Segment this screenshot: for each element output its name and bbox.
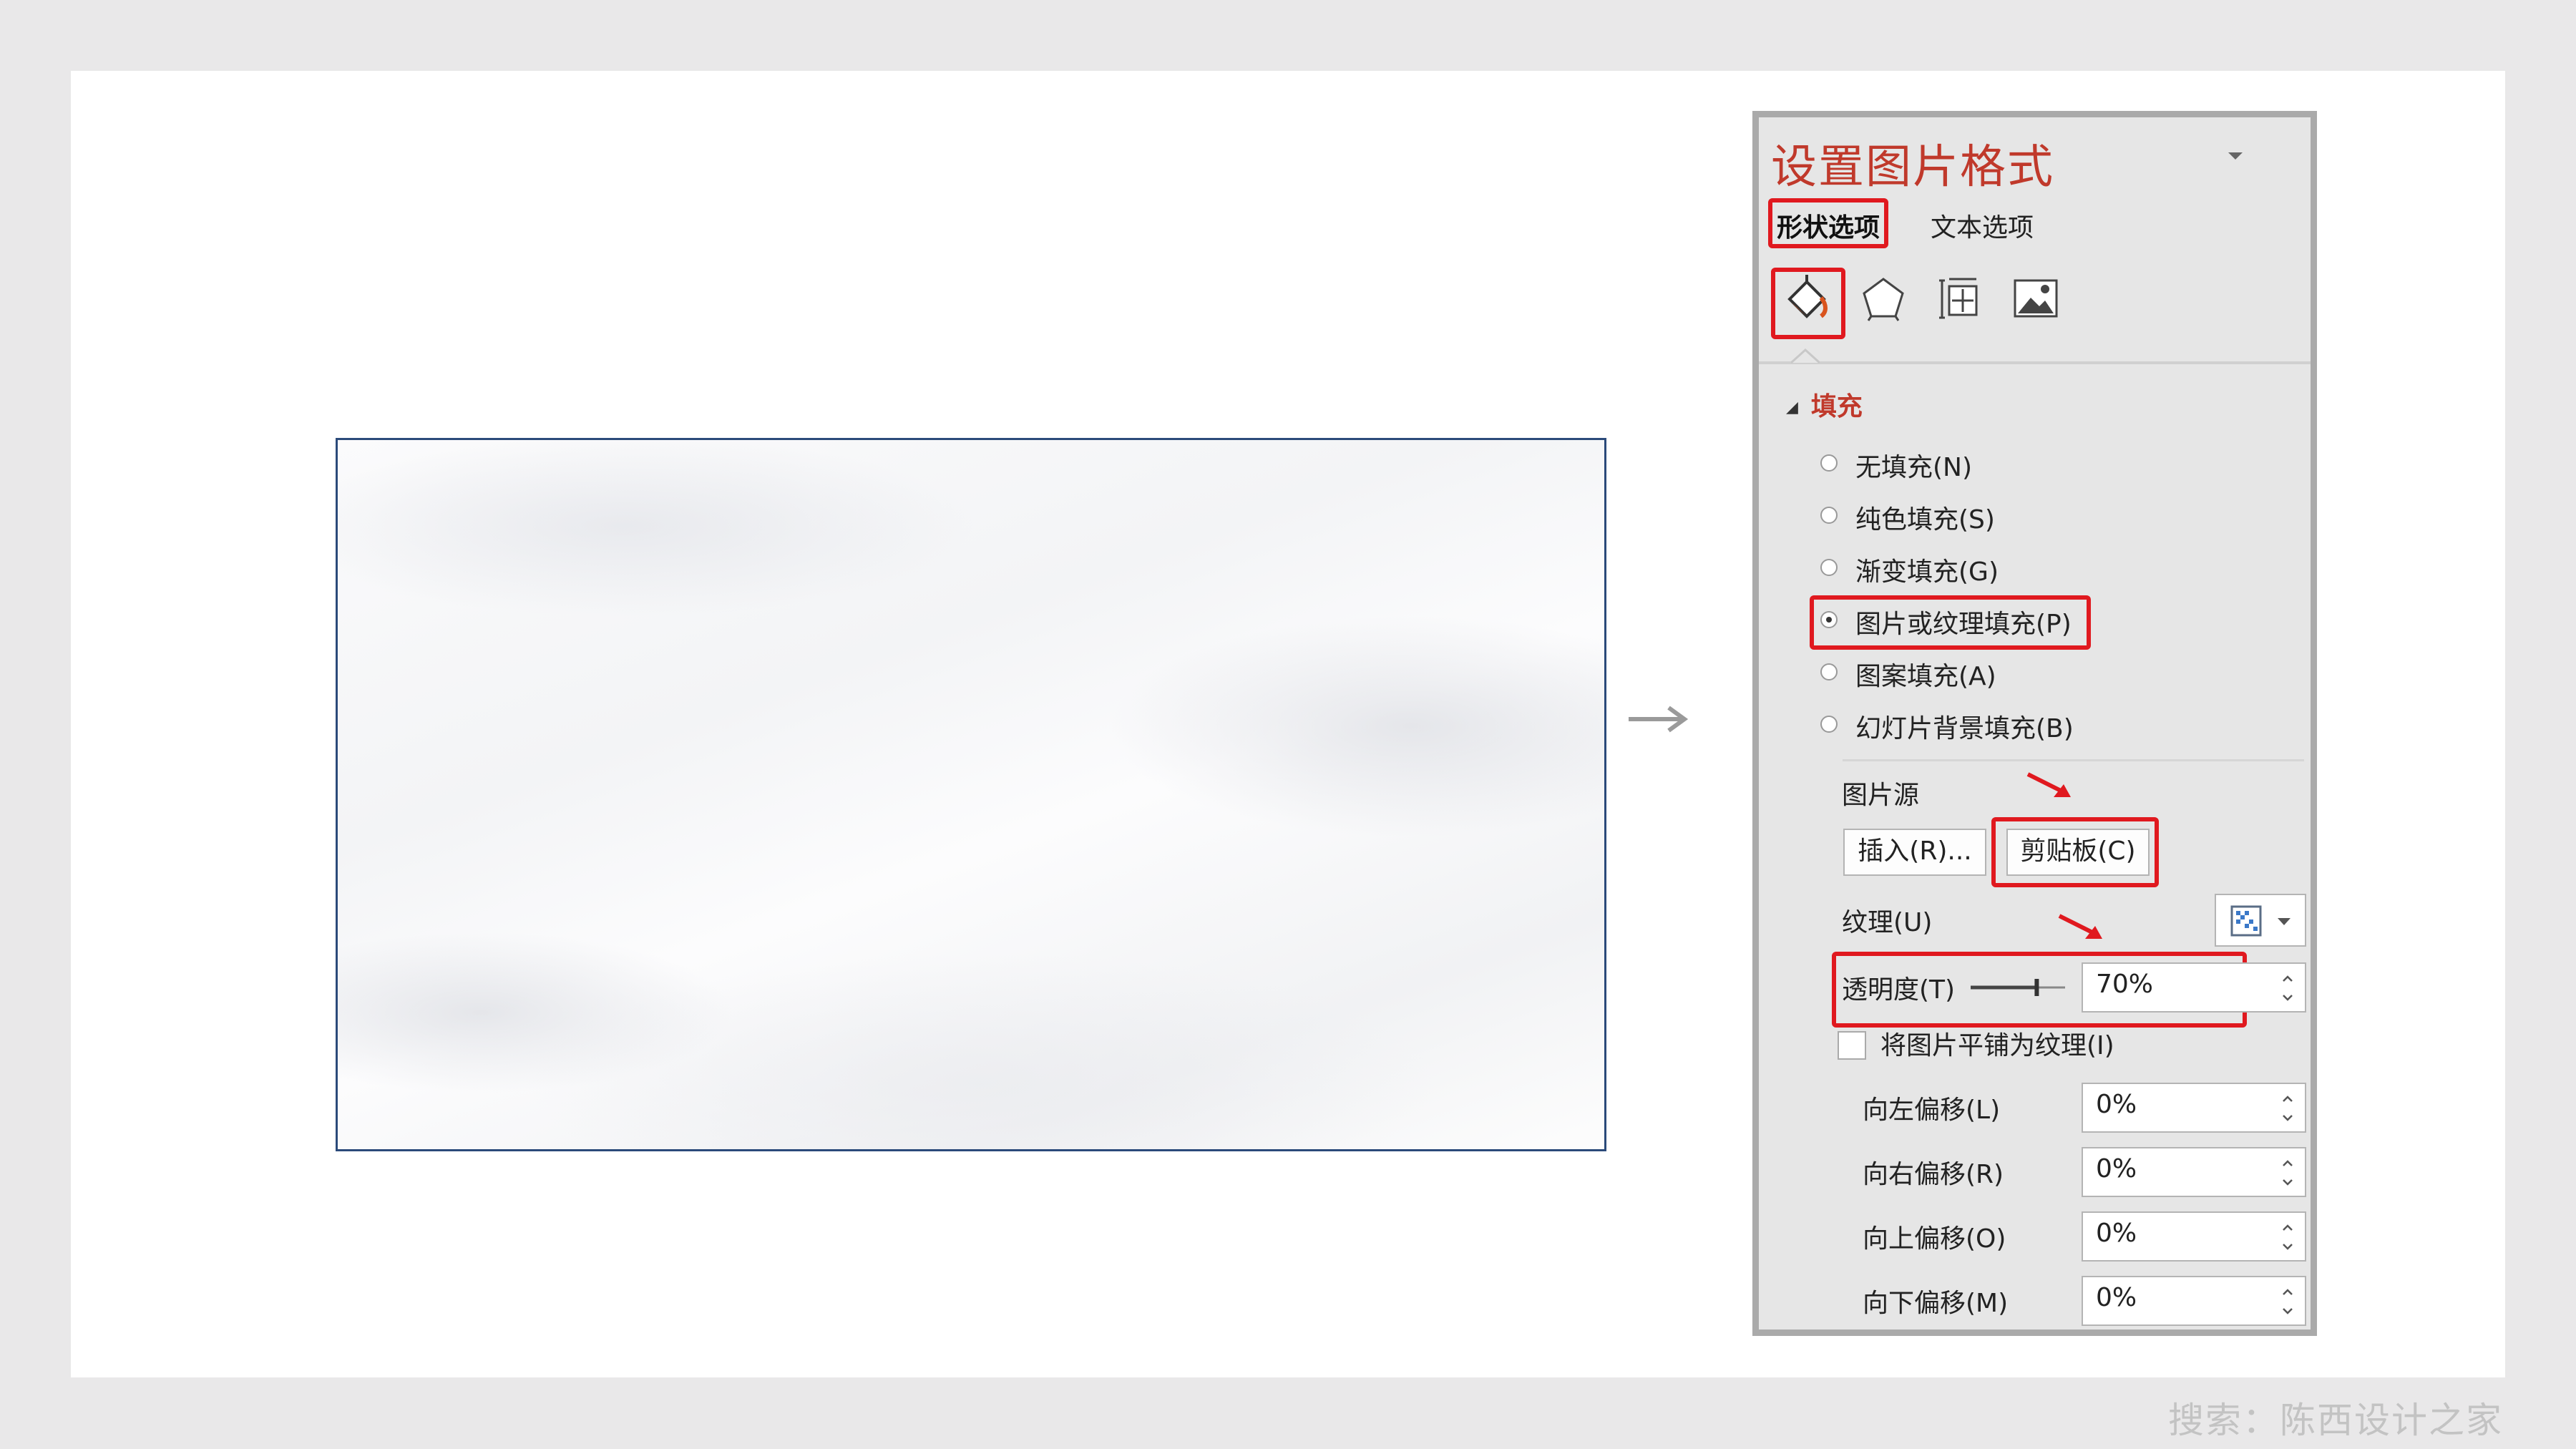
offset-right-spinner[interactable]: 0% bbox=[2082, 1147, 2306, 1197]
spinner-arrows-icon[interactable] bbox=[2280, 968, 2295, 1008]
transparency-label: 透明度(T) bbox=[1842, 975, 1956, 1005]
radio-circle[interactable] bbox=[1820, 507, 1838, 524]
picture-icon[interactable] bbox=[2011, 273, 2061, 323]
caret-up-icon bbox=[1791, 348, 1820, 364]
offset-bottom-spinner[interactable]: 0% bbox=[2082, 1276, 2306, 1326]
offset-top-spinner[interactable]: 0% bbox=[2082, 1211, 2306, 1262]
radio-label: 无填充(N) bbox=[1855, 453, 1973, 482]
highlight-box bbox=[1991, 817, 2159, 887]
fill-section-label: 填充 bbox=[1810, 392, 1863, 421]
offset-bottom-value[interactable]: 0% bbox=[2096, 1283, 2137, 1312]
tile-picture-checkbox[interactable] bbox=[1838, 1031, 1866, 1060]
radio-label: 纯色填充(S) bbox=[1855, 505, 1995, 535]
offset-top-label: 向上偏移(O) bbox=[1863, 1224, 2006, 1254]
offset-right-value[interactable]: 0% bbox=[2096, 1154, 2137, 1184]
chevron-down-icon bbox=[2278, 918, 2290, 925]
offset-top-value[interactable]: 0% bbox=[2096, 1219, 2137, 1248]
spinner-arrows-icon[interactable] bbox=[2280, 1282, 2295, 1322]
arrow-right-icon bbox=[1629, 706, 1689, 733]
picture-source-label: 图片源 bbox=[1842, 781, 1920, 810]
tile-picture-label: 将图片平铺为纹理(I) bbox=[1880, 1031, 2114, 1060]
collapse-triangle-icon: ◢ bbox=[1786, 399, 1798, 416]
pane-title: 设置图片格式 bbox=[1771, 141, 2054, 194]
transparency-slider[interactable] bbox=[1969, 975, 2067, 1000]
transparency-value[interactable]: 70% bbox=[2096, 970, 2153, 999]
section-divider bbox=[1759, 361, 2311, 364]
radio-circle[interactable] bbox=[1820, 454, 1838, 472]
radio-pattern-fill[interactable]: 图案填充(A) bbox=[1820, 654, 2128, 691]
offset-right-label: 向右偏移(R) bbox=[1863, 1160, 2004, 1189]
fill-line-icon[interactable] bbox=[1782, 273, 1833, 323]
radio-circle[interactable] bbox=[1820, 716, 1838, 733]
radio-label: 图案填充(A) bbox=[1855, 662, 1996, 691]
offset-left-label: 向左偏移(L) bbox=[1863, 1096, 2001, 1125]
red-arrow-icon bbox=[2026, 772, 2071, 797]
offset-left-value[interactable]: 0% bbox=[2096, 1090, 2137, 1119]
tab-text-options[interactable]: 文本选项 bbox=[1931, 207, 2034, 244]
radio-gradient-fill[interactable]: 渐变填充(G) bbox=[1820, 550, 2128, 587]
chevron-down-icon[interactable] bbox=[2225, 149, 2246, 163]
radio-circle[interactable] bbox=[1820, 559, 1838, 576]
spinner-arrows-icon[interactable] bbox=[2280, 1088, 2295, 1128]
radio-solid-fill[interactable]: 纯色填充(S) bbox=[1820, 497, 2128, 535]
transparency-spinner[interactable]: 70% bbox=[2082, 962, 2306, 1013]
texture-dropdown[interactable] bbox=[2215, 894, 2306, 947]
size-properties-icon[interactable] bbox=[1935, 273, 1985, 323]
divider bbox=[1843, 759, 2304, 761]
radio-label: 幻灯片背景填充(B) bbox=[1855, 714, 2074, 743]
radio-circle[interactable] bbox=[1820, 663, 1838, 680]
background-picture[interactable] bbox=[336, 438, 1606, 1151]
radio-no-fill[interactable]: 无填充(N) bbox=[1820, 445, 2128, 482]
format-picture-pane: 设置图片格式 形状选项 文本选项 ◢ 填充 无填充(N) 纯色填充(S) 渐变填… bbox=[1752, 111, 2317, 1336]
effects-icon[interactable] bbox=[1858, 273, 1908, 323]
texture-label: 纹理(U) bbox=[1842, 908, 1933, 937]
highlight-box bbox=[1768, 198, 1888, 248]
fill-section-header[interactable]: ◢ 填充 bbox=[1786, 386, 1863, 423]
insert-button[interactable]: 插入(R)... bbox=[1843, 829, 1986, 876]
watermark-text: 搜索：陈西设计之家 bbox=[2168, 1400, 2503, 1441]
offset-left-spinner[interactable]: 0% bbox=[2082, 1083, 2306, 1133]
radio-slide-background-fill[interactable]: 幻灯片背景填充(B) bbox=[1820, 706, 2128, 743]
spinner-arrows-icon[interactable] bbox=[2280, 1153, 2295, 1193]
spinner-arrows-icon[interactable] bbox=[2280, 1217, 2295, 1257]
radio-label: 渐变填充(G) bbox=[1855, 557, 1999, 587]
highlight-box bbox=[1810, 595, 2091, 650]
offset-bottom-label: 向下偏移(M) bbox=[1863, 1289, 2009, 1318]
texture-swatch-icon bbox=[2230, 905, 2262, 937]
red-arrow-icon bbox=[2058, 914, 2102, 939]
